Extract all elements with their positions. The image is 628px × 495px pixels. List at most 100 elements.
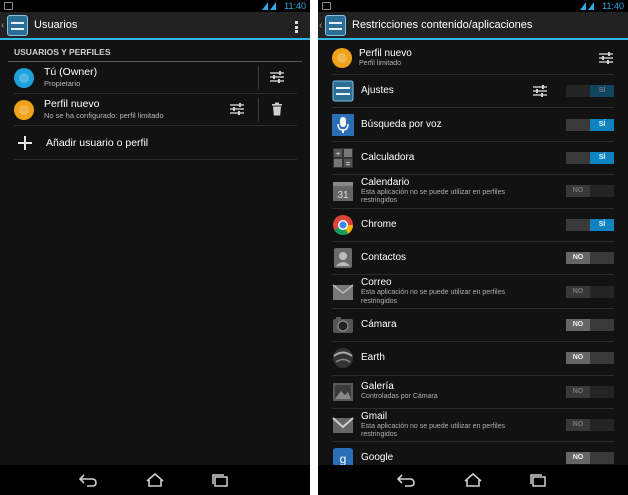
app-toggle: NO <box>566 419 614 432</box>
app-toggle: NO <box>566 385 614 398</box>
settings-app-icon[interactable] <box>325 14 346 36</box>
app-toggle[interactable]: SÍ <box>566 218 614 231</box>
back-icon[interactable] <box>396 472 416 488</box>
app-name: Contactos <box>361 252 407 264</box>
trash-icon[interactable] <box>271 102 283 116</box>
app-toggle[interactable]: NO <box>566 318 614 331</box>
app-row-gmail[interactable]: Gmail Esta aplicación no se puede utiliza… <box>332 409 614 443</box>
toggle-label: NO <box>566 352 590 365</box>
app-row-cámara[interactable]: Cámara NO <box>332 309 614 343</box>
contacts-icon <box>332 247 354 269</box>
app-toggle[interactable]: NO <box>566 452 614 465</box>
add-user-label: Añadir usuario o perfil <box>46 136 149 149</box>
app-row-calculadora[interactable]: + = Calculadora SÍ <box>332 142 614 176</box>
notification-icon <box>4 2 13 10</box>
gmail-icon <box>332 414 354 436</box>
toggle-label: SÍ <box>590 218 614 231</box>
restrictions-list: Perfil nuevo Perfil limitado Ajustes SÍ Bú… <box>318 42 628 465</box>
svg-text:31: 31 <box>337 190 349 201</box>
page-title: Restricciones contenido/aplicaciones <box>352 19 533 31</box>
toggle-label: NO <box>566 252 590 265</box>
profile-name: Perfil nuevo <box>359 47 412 59</box>
app-subtitle: Controladas por Cámara <box>361 393 438 401</box>
clock: 11:40 <box>602 1 624 11</box>
app-name: Calendario <box>361 176 410 188</box>
restrictions-screen: 11:40 ‹ Restricciones contenido/aplicaci… <box>318 0 628 495</box>
calculator-icon: + = <box>332 147 354 169</box>
section-header: USUARIOS Y PERFILES <box>8 44 302 62</box>
app-name: Correo <box>361 277 392 289</box>
earth-icon <box>332 347 354 369</box>
app-toggle[interactable]: NO <box>566 252 614 265</box>
app-toggle: SÍ <box>566 85 614 98</box>
app-toggle[interactable]: NO <box>566 352 614 365</box>
user-row-owner[interactable]: Tú (Owner) Propietario <box>14 62 297 94</box>
users-list: USUARIOS Y PERFILES Tú (Owner) Propietar… <box>0 42 310 465</box>
app-row-galería[interactable]: Galería Controladas por Cámara NO <box>332 376 614 409</box>
profile-header: Perfil nuevo Perfil limitado <box>332 42 614 75</box>
toggle-label: NO <box>566 285 590 298</box>
settings-app-icon[interactable] <box>7 14 28 36</box>
tune-settings-icon[interactable] <box>269 70 285 84</box>
overflow-menu-icon[interactable] <box>295 21 298 33</box>
add-user-button[interactable]: Añadir usuario o perfil <box>14 126 297 160</box>
signal-icon <box>580 2 596 10</box>
gallery-icon <box>332 381 354 403</box>
user-name: Tú (Owner) <box>44 66 98 78</box>
app-row-chrome[interactable]: Chrome SÍ <box>332 209 614 242</box>
app-toggle: NO <box>566 185 614 198</box>
app-name: Earth <box>361 352 385 364</box>
navigation-bar <box>318 465 628 495</box>
email-icon <box>332 281 354 303</box>
user-subtitle: Propietario <box>44 79 81 88</box>
app-subtitle: Esta aplicación no se puede utilizar en … <box>361 289 505 305</box>
app-toggle[interactable]: SÍ <box>566 118 614 131</box>
home-icon[interactable] <box>145 472 165 488</box>
toggle-label: NO <box>566 318 590 331</box>
app-row-ajustes[interactable]: Ajustes SÍ <box>332 75 614 109</box>
app-name: Chrome <box>361 218 397 230</box>
app-toggle: NO <box>566 285 614 298</box>
back-icon[interactable] <box>78 472 98 488</box>
signal-icon <box>262 2 278 10</box>
toggle-label: NO <box>566 385 590 398</box>
app-subtitle: Esta aplicación no se puede utilizar en … <box>361 188 505 205</box>
camera-icon <box>332 314 354 336</box>
users-screen: 11:40 ‹ Usuarios USUARIOS Y PERFILES Tú … <box>0 0 310 495</box>
app-row-earth[interactable]: Earth NO <box>332 342 614 376</box>
svg-text:=: = <box>346 161 350 168</box>
avatar-icon <box>332 48 352 68</box>
status-bar: 11:40 <box>0 0 310 12</box>
user-name: Perfil nuevo <box>44 98 100 110</box>
user-subtitle: No se ha configurado: perfil limitado <box>44 111 164 120</box>
app-name: Google <box>361 452 394 464</box>
app-name: Calculadora <box>361 151 415 163</box>
app-row-búsqueda-por-voz[interactable]: Búsqueda por voz SÍ <box>332 108 614 142</box>
clock: 11:40 <box>284 1 306 11</box>
app-row-correo[interactable]: Correo Esta aplicación no se puede utiliz… <box>332 275 614 309</box>
home-icon[interactable] <box>463 472 483 488</box>
status-bar: 11:40 <box>318 0 628 12</box>
calendar-icon: 31 <box>332 180 354 202</box>
app-row-calendario[interactable]: 31 Calendario Esta aplicación no se puede … <box>332 175 614 209</box>
app-name: Gmail <box>361 410 388 422</box>
recent-apps-icon[interactable] <box>528 472 548 488</box>
app-subtitle: Esta aplicación no se puede utilizar en … <box>361 422 505 439</box>
user-row-profile[interactable]: Perfil nuevo No se ha configurado: perfi… <box>14 94 297 126</box>
chrome-icon <box>332 214 354 236</box>
app-toggle[interactable]: SÍ <box>566 151 614 164</box>
profile-subtitle: Perfil limitado <box>359 59 402 67</box>
microphone-icon <box>332 113 354 136</box>
tune-settings-icon[interactable] <box>532 84 548 98</box>
toggle-label: SÍ <box>590 118 614 131</box>
divider <box>258 98 259 121</box>
tune-settings-icon[interactable] <box>229 102 245 116</box>
app-row-contactos[interactable]: Contactos NO <box>332 242 614 276</box>
app-name: Búsqueda por voz <box>361 118 442 130</box>
divider <box>258 66 259 89</box>
app-row-google[interactable]: g Google NO <box>332 442 614 465</box>
recent-apps-icon[interactable] <box>210 472 230 488</box>
svg-text:+: + <box>336 151 340 158</box>
action-bar: ‹ Restricciones contenido/aplicaciones <box>318 12 628 40</box>
tune-settings-icon[interactable] <box>598 51 614 65</box>
